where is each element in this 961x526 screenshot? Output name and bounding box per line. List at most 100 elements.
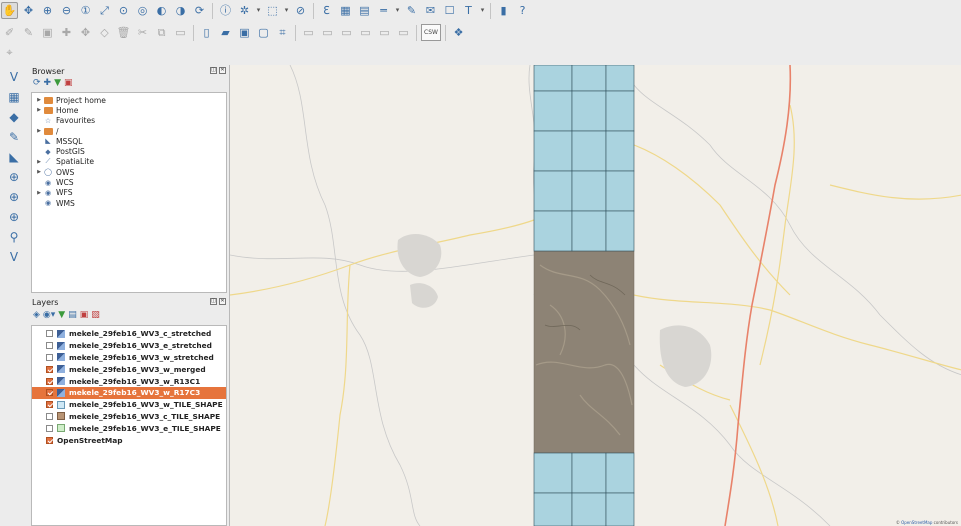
zoom-next-icon[interactable]: ◑	[172, 2, 189, 19]
label-tool-2-icon[interactable]: ▭	[319, 24, 336, 41]
layer-item[interactable]: mekele_29feb16_WV3_c_stretched	[32, 328, 226, 340]
save-project-icon[interactable]: ▣	[236, 24, 253, 41]
current-edits-icon[interactable]: ✐	[1, 24, 18, 41]
cut-features-icon[interactable]: ✂	[134, 24, 151, 41]
python-console-icon[interactable]: ❖	[450, 24, 467, 41]
paste-features-icon[interactable]: ▭	[172, 24, 189, 41]
add-feature-icon[interactable]: ✚	[58, 24, 75, 41]
zoom-native-icon[interactable]: ①	[77, 2, 94, 19]
identify-icon[interactable]: ⓘ	[217, 2, 234, 19]
measure-icon[interactable]: ✲	[236, 2, 253, 19]
add-wfs-layer-icon[interactable]: ⊕	[2, 208, 26, 226]
pan-to-selection-icon[interactable]: ✥	[20, 2, 37, 19]
node-tool-icon[interactable]: ◇	[96, 24, 113, 41]
dropdown-arrow-icon[interactable]: ▾	[479, 2, 486, 19]
layer-item[interactable]: mekele_29feb16_WV3_w_merged	[32, 363, 226, 375]
layer-visibility-checkbox[interactable]	[46, 389, 53, 397]
new-shapefile-icon[interactable]: V	[2, 248, 26, 266]
save-as-icon[interactable]: ▢	[255, 24, 272, 41]
zoom-out-icon[interactable]: ⊖	[58, 2, 75, 19]
add-selected-layers-icon[interactable]: ✚	[44, 78, 52, 88]
expand-arrow-icon[interactable]: ▶	[35, 107, 43, 113]
attribute-table-icon[interactable]: ▦	[337, 2, 354, 19]
open-project-icon[interactable]: ▰	[217, 24, 234, 41]
expand-arrow-icon[interactable]: ▶	[35, 190, 43, 196]
refresh-icon[interactable]: ⟳	[33, 78, 41, 88]
browser-item[interactable]: ◆ PostGIS	[35, 146, 226, 156]
layer-styling-icon[interactable]: ◈	[33, 310, 40, 320]
layer-visibility-checkbox[interactable]	[46, 330, 53, 338]
refresh-icon[interactable]: ⟳	[191, 2, 208, 19]
remove-layer-icon[interactable]: ▧	[91, 310, 100, 320]
layer-item[interactable]: mekele_29feb16_WV3_w_R13C1	[32, 375, 226, 387]
toggle-editing-icon[interactable]: ✎	[20, 24, 37, 41]
layer-item[interactable]: mekele_29feb16_WV3_w_stretched	[32, 352, 226, 364]
measure-line-icon[interactable]: ═	[375, 2, 392, 19]
digitize-icon[interactable]: ⌖	[1, 44, 18, 61]
collapse-all-icon[interactable]: ▣	[80, 310, 89, 320]
add-raster-layer-icon[interactable]: ▦	[2, 88, 26, 106]
layer-visibility-checkbox[interactable]	[46, 365, 53, 373]
browser-item[interactable]: ▶ Home	[35, 105, 226, 115]
add-spatialite-layer-icon[interactable]: ✎	[2, 128, 26, 146]
new-print-composer-icon[interactable]: ⌗	[274, 24, 291, 41]
statistics-icon[interactable]: ▤	[356, 2, 373, 19]
field-calculator-icon[interactable]: ℇ	[318, 2, 335, 19]
collapse-all-icon[interactable]: ▣	[64, 78, 73, 88]
browser-item[interactable]: ◉ WCS	[35, 177, 226, 187]
dropdown-arrow-icon[interactable]: ▾	[255, 2, 262, 19]
layer-item[interactable]: OpenStreetMap	[32, 434, 226, 446]
expand-arrow-icon[interactable]: ▶	[35, 169, 43, 175]
zoom-last-icon[interactable]: ◐	[153, 2, 170, 19]
add-vector-layer-icon[interactable]: V	[2, 68, 26, 86]
select-features-icon[interactable]: ⬚	[264, 2, 281, 19]
browser-item[interactable]: ◣ MSSQL	[35, 136, 226, 146]
layer-visibility-checkbox[interactable]	[46, 377, 53, 385]
help-book-icon[interactable]: ▮	[495, 2, 512, 19]
label-tool-4-icon[interactable]: ▭	[357, 24, 374, 41]
deselect-icon[interactable]: ⊘	[292, 2, 309, 19]
label-tool-3-icon[interactable]: ▭	[338, 24, 355, 41]
expand-arrow-icon[interactable]: ▶	[35, 97, 43, 103]
zoom-full-icon[interactable]: ⤢	[96, 2, 113, 19]
copy-features-icon[interactable]: ⧉	[153, 24, 170, 41]
dropdown-arrow-icon[interactable]: ▾	[394, 2, 401, 19]
expand-arrow-icon[interactable]: ▶	[35, 159, 43, 165]
label-tool-6-icon[interactable]: ▭	[395, 24, 412, 41]
delete-selected-icon[interactable]: 🗑	[115, 24, 132, 41]
map-canvas[interactable]: © OpenStreetMap contributors	[229, 65, 961, 526]
map-tips-icon[interactable]: ☐	[441, 2, 458, 19]
label-icon[interactable]: T	[460, 2, 477, 19]
layer-visibility-checkbox[interactable]	[46, 424, 53, 432]
add-wcs-layer-icon[interactable]: ⊕	[2, 188, 26, 206]
annotation-icon[interactable]: ✎	[403, 2, 420, 19]
zoom-in-icon[interactable]: ⊕	[39, 2, 56, 19]
save-edits-icon[interactable]: ▣	[39, 24, 56, 41]
add-postgis-layer-icon[interactable]: ◆	[2, 108, 26, 126]
layer-visibility-checkbox[interactable]	[46, 353, 53, 361]
dropdown-arrow-icon[interactable]: ▾	[283, 2, 290, 19]
layer-item[interactable]: mekele_29feb16_WV3_w_TILE_SHAPE	[32, 399, 226, 411]
attribution-link[interactable]: OpenStreetMap	[901, 520, 932, 525]
browser-item[interactable]: ▶ /	[35, 126, 226, 136]
move-feature-icon[interactable]: ✥	[77, 24, 94, 41]
layer-item[interactable]: mekele_29feb16_WV3_e_TILE_SHAPE	[32, 422, 226, 434]
float-icon[interactable]: ◫	[210, 298, 217, 305]
browser-item[interactable]: ☆ Favourites	[35, 116, 226, 126]
new-project-icon[interactable]: ▯	[198, 24, 215, 41]
browser-item[interactable]: ▶ ◉ WFS	[35, 188, 226, 198]
add-delimited-text-icon[interactable]: ⚲	[2, 228, 26, 246]
expand-arrow-icon[interactable]: ▶	[35, 128, 43, 134]
layer-visibility-checkbox[interactable]	[46, 412, 53, 420]
close-icon[interactable]: ✕	[219, 67, 226, 74]
label-tool-1-icon[interactable]: ▭	[300, 24, 317, 41]
layer-item[interactable]: mekele_29feb16_WV3_e_stretched	[32, 340, 226, 352]
filter-icon[interactable]: ▼	[54, 78, 61, 88]
pan-hand-icon[interactable]: ✋	[1, 2, 18, 19]
label-tool-5-icon[interactable]: ▭	[376, 24, 393, 41]
browser-item[interactable]: ◉ WMS	[35, 198, 226, 208]
whats-this-icon[interactable]: ?	[514, 2, 531, 19]
layer-visibility-checkbox[interactable]	[46, 401, 53, 409]
close-icon[interactable]: ✕	[219, 298, 226, 305]
browser-item[interactable]: ▶ Project home	[35, 95, 226, 105]
